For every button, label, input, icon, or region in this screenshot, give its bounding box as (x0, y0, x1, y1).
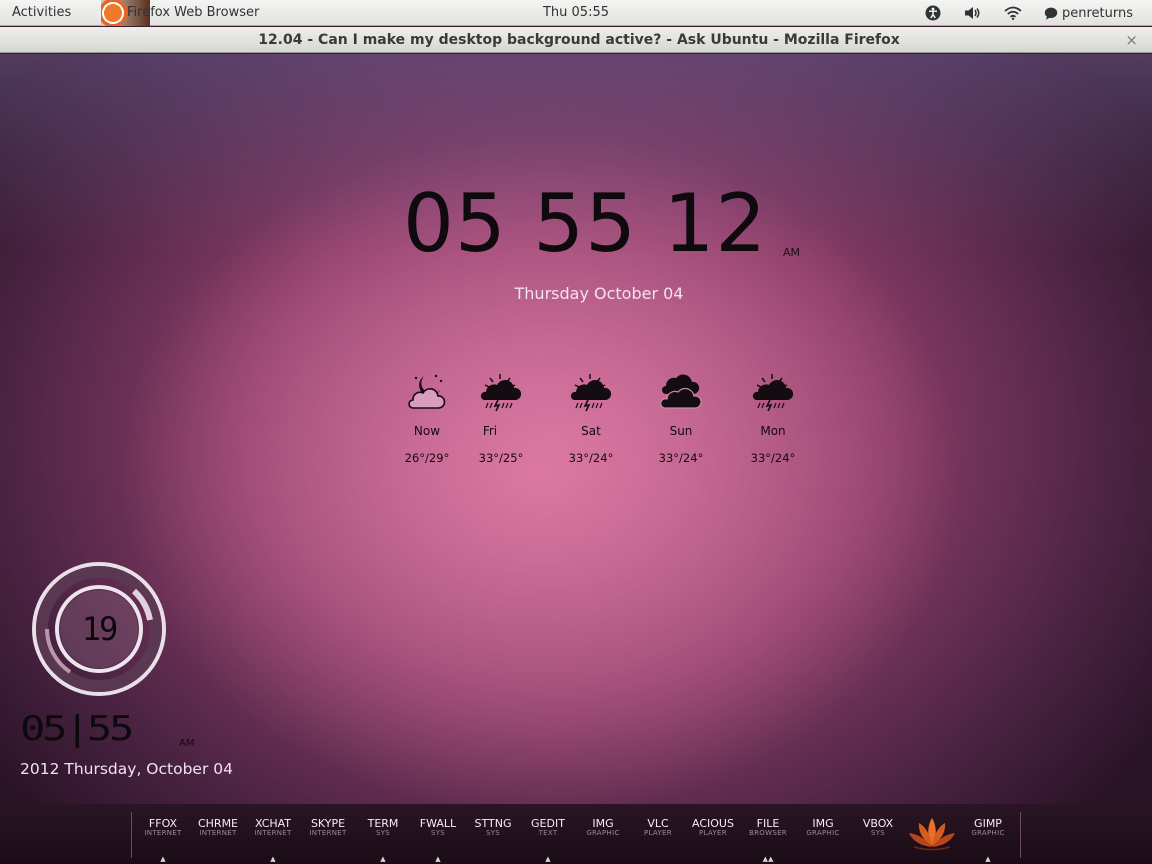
dock-item-category: SYS (375, 829, 391, 838)
dock-item-skype[interactable]: SKYPE INTERNET (301, 817, 355, 838)
large-clock-ampm: AM (783, 246, 801, 259)
dock-item-ffox[interactable]: FFOX INTERNET ▲ (136, 817, 190, 863)
weather-day-label: Fri (482, 424, 498, 438)
user-name: penreturns (1061, 5, 1133, 21)
small-clock-time: 05|55 (20, 708, 134, 748)
dock-item-category: TEXT (538, 829, 558, 838)
window-title: 12.04 - Can I make my desktop background… (258, 32, 900, 48)
running-indicator: ▲▲ (762, 855, 774, 863)
weather-day-label: Sat (581, 424, 601, 438)
weather-day: Fri 33°/25° (456, 372, 546, 465)
chat-icon (1044, 7, 1058, 20)
small-clock-date: 2012 Thursday, October 04 (20, 760, 233, 778)
dock-item-category: INTERNET (199, 829, 237, 838)
lotus-icon[interactable] (906, 814, 958, 854)
dock-item-fwall[interactable]: FWALL SYS ▲ (411, 817, 465, 863)
dock-item-category: GRAPHIC (971, 829, 1005, 838)
weather-day: Mon 33°/24° (728, 372, 818, 465)
desktop-background: 05 55 12 AM Thursday October 04 Now 26°/… (0, 54, 1152, 804)
weather-day-label: Sun (669, 424, 693, 438)
partly-cloudy-night-icon (408, 374, 446, 409)
dock-item-category: INTERNET (144, 829, 182, 838)
system-tray: penreturns (924, 0, 1152, 26)
dock-item-chrme[interactable]: CHRME INTERNET (191, 817, 245, 838)
top-panel: Activities Firefox Web Browser Thu 05:55… (0, 0, 1152, 26)
weather-temp: 33°/24° (658, 451, 704, 465)
dock-item-vbox[interactable]: VBOX SYS (851, 817, 905, 838)
weather-temp: 33°/24° (750, 451, 796, 465)
running-indicator: ▲ (160, 855, 166, 863)
dock-item-category: SYS (870, 829, 886, 838)
dock-item-img-2[interactable]: IMG GRAPHIC (796, 817, 850, 838)
dock-item-gimp[interactable]: GIMP GRAPHIC ▲ (961, 817, 1015, 863)
dock: FFOX INTERNET ▲ CHRME INTERNET XCHAT INTERNE… (0, 804, 1152, 864)
dock-item-category: SYS (485, 829, 501, 838)
dock-item-category: GRAPHIC (806, 829, 840, 838)
user-menu[interactable]: penreturns (1044, 6, 1133, 21)
ring-gauge: 19 (32, 562, 166, 696)
dock-item-category: SYS (430, 829, 446, 838)
dock-item-category: GRAPHIC (586, 829, 620, 838)
dock-item-gedit[interactable]: GEDIT TEXT ▲ (521, 817, 575, 863)
window-titlebar[interactable]: 12.04 - Can I make my desktop background… (0, 27, 1152, 53)
dock-item-img[interactable]: IMG GRAPHIC (576, 817, 630, 838)
running-indicator: ▲ (380, 855, 386, 863)
thunderstorm-sun-icon (752, 374, 794, 412)
thunderstorm-sun-icon (480, 374, 522, 412)
thunderstorm-sun-icon (570, 374, 612, 412)
dock-item-vlc[interactable]: VLC PLAYER (631, 817, 685, 838)
dock-item-term[interactable]: TERM SYS ▲ (356, 817, 410, 863)
dock-item-category: PLAYER (644, 829, 672, 838)
wifi-icon[interactable] (1004, 4, 1022, 22)
dock-item-category: INTERNET (309, 829, 347, 838)
weather-day: Sat 33°/24° (546, 372, 636, 465)
weather-day-label: Mon (760, 424, 786, 438)
cloudy-icon (660, 374, 702, 409)
dock-item-acious[interactable]: ACIOUS PLAYER (686, 817, 740, 838)
running-indicator: ▲ (435, 855, 441, 863)
volume-icon[interactable] (964, 4, 982, 22)
small-clock-ampm: AM (179, 738, 195, 749)
dock-divider (131, 812, 132, 858)
dock-item-category: INTERNET (254, 829, 292, 838)
dock-item-xchat[interactable]: XCHAT INTERNET ▲ (246, 817, 300, 863)
dock-item-file[interactable]: FILE BROWSER ▲▲ (741, 817, 795, 863)
large-clock-date: Thursday October 04 (514, 284, 684, 303)
running-indicator: ▲ (270, 855, 276, 863)
running-indicator: ▲ (545, 855, 551, 863)
running-indicator: ▲ (985, 855, 991, 863)
dock-item-category: BROWSER (749, 829, 787, 838)
dock-item-category: PLAYER (699, 829, 727, 838)
dock-divider (1020, 812, 1021, 858)
accessibility-icon[interactable] (924, 4, 942, 22)
weather-temp: 33°/25° (478, 451, 524, 465)
large-clock-time: 05 55 12 (403, 177, 768, 270)
dock-item-sttng[interactable]: STTNG SYS (466, 817, 520, 838)
weather-day: Sun 33°/24° (636, 372, 726, 465)
ring-value: 19 (82, 610, 117, 648)
weather-temp: 33°/24° (568, 451, 614, 465)
close-button[interactable]: × (1125, 31, 1138, 49)
